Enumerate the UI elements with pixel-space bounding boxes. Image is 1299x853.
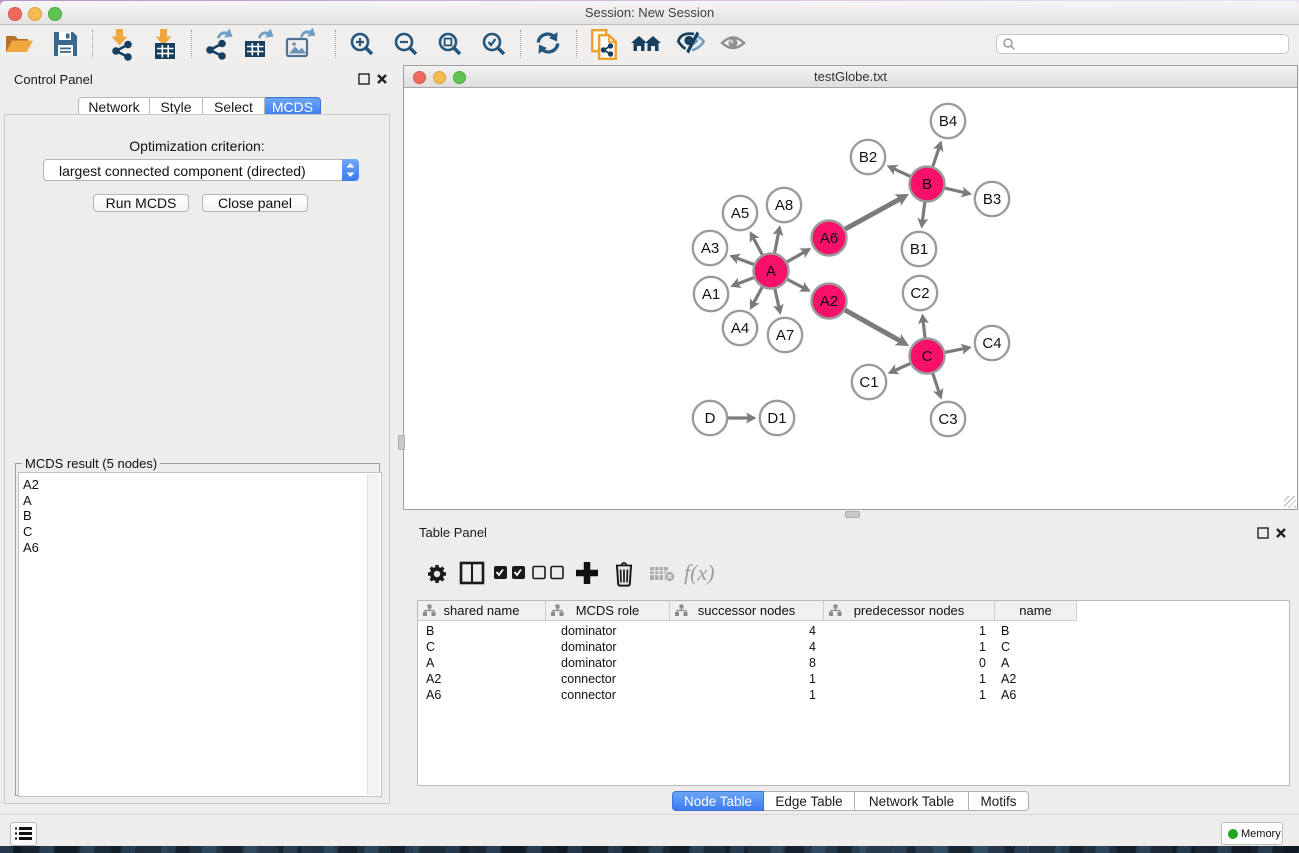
svg-text:A1: A1 — [702, 286, 720, 303]
svg-text:B2: B2 — [859, 149, 877, 166]
svg-text:f(x): f(x) — [684, 560, 715, 585]
svg-text:B1: B1 — [910, 241, 928, 258]
svg-text:A3: A3 — [701, 240, 719, 257]
svg-text:D1: D1 — [767, 410, 786, 427]
svg-text:A: A — [766, 263, 776, 280]
svg-text:C: C — [922, 348, 933, 365]
svg-text:A7: A7 — [776, 327, 794, 344]
svg-text:C4: C4 — [982, 335, 1001, 352]
svg-text:B3: B3 — [983, 191, 1001, 208]
svg-text:C1: C1 — [859, 374, 878, 391]
svg-text:B4: B4 — [939, 113, 957, 130]
svg-text:A4: A4 — [731, 320, 749, 337]
svg-text:A8: A8 — [775, 197, 793, 214]
svg-text:D: D — [705, 410, 716, 427]
svg-text:A2: A2 — [820, 293, 838, 310]
svg-text:A6: A6 — [820, 230, 838, 247]
svg-text:C2: C2 — [910, 285, 929, 302]
svg-text:C3: C3 — [938, 411, 957, 428]
svg-text:B: B — [922, 176, 932, 193]
svg-text:A5: A5 — [731, 205, 749, 222]
